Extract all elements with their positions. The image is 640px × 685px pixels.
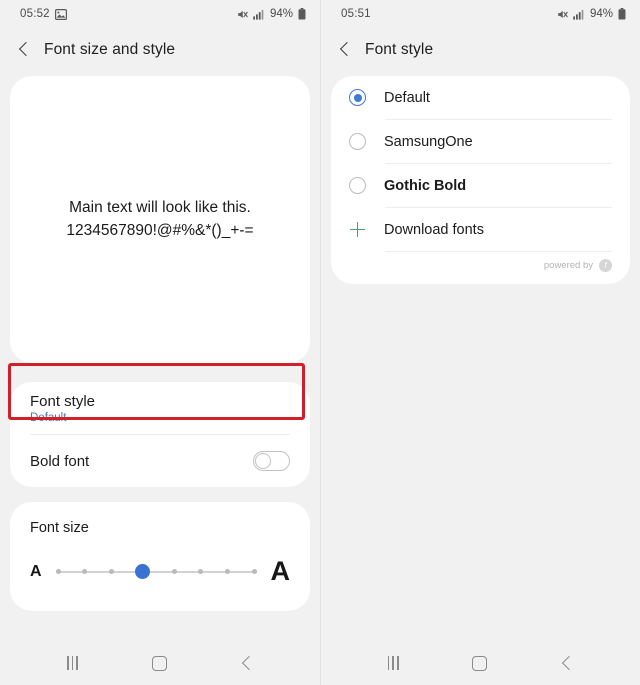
back-arrow-icon[interactable]: [339, 44, 351, 56]
slider-ticks: [55, 563, 257, 581]
powered-by-label: powered by: [543, 260, 593, 271]
font-preview-card: Main text will look like this. 123456789…: [10, 76, 310, 363]
navigation-bar: [321, 641, 640, 685]
bold-font-toggle[interactable]: [253, 451, 290, 471]
row-font-style-value: Default: [30, 411, 67, 424]
radio-unselected-icon[interactable]: [349, 133, 366, 150]
font-option-download-fonts[interactable]: Download fonts: [331, 208, 630, 251]
recent-apps-icon[interactable]: [67, 656, 78, 670]
signal-icon: [573, 9, 585, 20]
plus-icon[interactable]: [349, 221, 366, 238]
row-bold-font[interactable]: Bold font: [10, 435, 310, 487]
slider-thumb[interactable]: [135, 564, 151, 579]
image-icon: [54, 8, 67, 20]
slider-tick-5[interactable]: [198, 569, 204, 574]
battery-percent: 94%: [589, 8, 613, 20]
font-option-default[interactable]: Default: [331, 76, 630, 119]
screenshot-pair: 05:52 94% Font size and style Main text …: [0, 0, 640, 685]
status-bar-left: 05:51: [341, 8, 371, 20]
home-icon[interactable]: [151, 655, 167, 671]
home-icon[interactable]: [472, 655, 488, 671]
status-bar: 05:52 94%: [0, 0, 320, 28]
status-clock: 05:52: [20, 8, 50, 20]
slider-tick-1[interactable]: [82, 569, 88, 574]
radio-unselected-icon[interactable]: [349, 177, 366, 194]
slider-tick-0[interactable]: [55, 569, 61, 574]
status-bar-right: 94%: [557, 8, 626, 20]
settings-card: Font style Default Bold font: [10, 382, 310, 487]
font-option-label: Gothic Bold: [384, 177, 467, 194]
mute-icon: [237, 9, 248, 20]
app-bar: Font size and style: [0, 28, 320, 72]
powered-by-footer: powered by f: [331, 252, 630, 280]
back-arrow-icon[interactable]: [18, 44, 30, 56]
slider-tick-4[interactable]: [171, 569, 177, 574]
slider-tick-7[interactable]: [251, 569, 257, 574]
preview-line-2: 1234567890!@#%&*()_+-=: [66, 221, 254, 239]
signal-icon: [253, 9, 265, 20]
slider-tick-6[interactable]: [224, 569, 230, 574]
slider-tick-2[interactable]: [108, 569, 114, 574]
status-bar: 05:51 94%: [321, 0, 640, 28]
status-bar-left: 05:52: [20, 8, 67, 20]
font-option-label: Default: [384, 89, 430, 106]
row-font-style-texts: Font style Default: [30, 393, 95, 424]
powered-by-badge-icon: f: [599, 259, 612, 272]
font-size-small-label: A: [30, 562, 42, 580]
row-bold-font-title: Bold font: [30, 452, 90, 470]
navigation-bar: [0, 641, 320, 685]
row-font-style-title: Font style: [30, 392, 96, 410]
recent-apps-icon[interactable]: [387, 656, 399, 670]
font-size-slider[interactable]: [55, 563, 257, 581]
status-bar-right: 94%: [237, 8, 306, 20]
battery-icon: [298, 8, 306, 20]
font-option-label: SamsungOne: [384, 133, 473, 150]
font-size-title: Font size: [30, 520, 89, 536]
battery-icon: [618, 8, 626, 20]
row-font-style[interactable]: Font style Default: [10, 382, 310, 434]
back-icon[interactable]: [241, 657, 253, 669]
toggle-knob: [255, 453, 271, 469]
back-icon[interactable]: [561, 657, 573, 669]
font-option-label: Download fonts: [384, 221, 484, 238]
preview-line-1: Main text will look like this.: [69, 199, 251, 217]
right-screen-font-style: 05:51 94% Font style Default SamsungOne Go…: [320, 0, 640, 685]
app-bar: Font style: [321, 28, 640, 72]
font-option-gothic-bold[interactable]: Gothic Bold: [331, 164, 630, 207]
mute-icon: [557, 9, 568, 20]
status-clock: 05:51: [341, 8, 371, 20]
font-option-samsungone[interactable]: SamsungOne: [331, 120, 630, 163]
battery-percent: 94%: [269, 8, 293, 20]
font-size-slider-row: A A: [30, 558, 290, 585]
page-title: Font style: [365, 41, 434, 58]
page-title: Font size and style: [44, 41, 176, 58]
font-list: Default SamsungOne Gothic Bold Download fon…: [331, 76, 630, 252]
radio-selected-icon[interactable]: [349, 89, 366, 106]
left-screen-font-size-and-style: 05:52 94% Font size and style Main text …: [0, 0, 320, 685]
font-list-card: Default SamsungOne Gothic Bold Download fon…: [331, 76, 630, 284]
font-size-card: Font size A A: [10, 502, 310, 611]
font-size-large-label: A: [270, 556, 291, 586]
